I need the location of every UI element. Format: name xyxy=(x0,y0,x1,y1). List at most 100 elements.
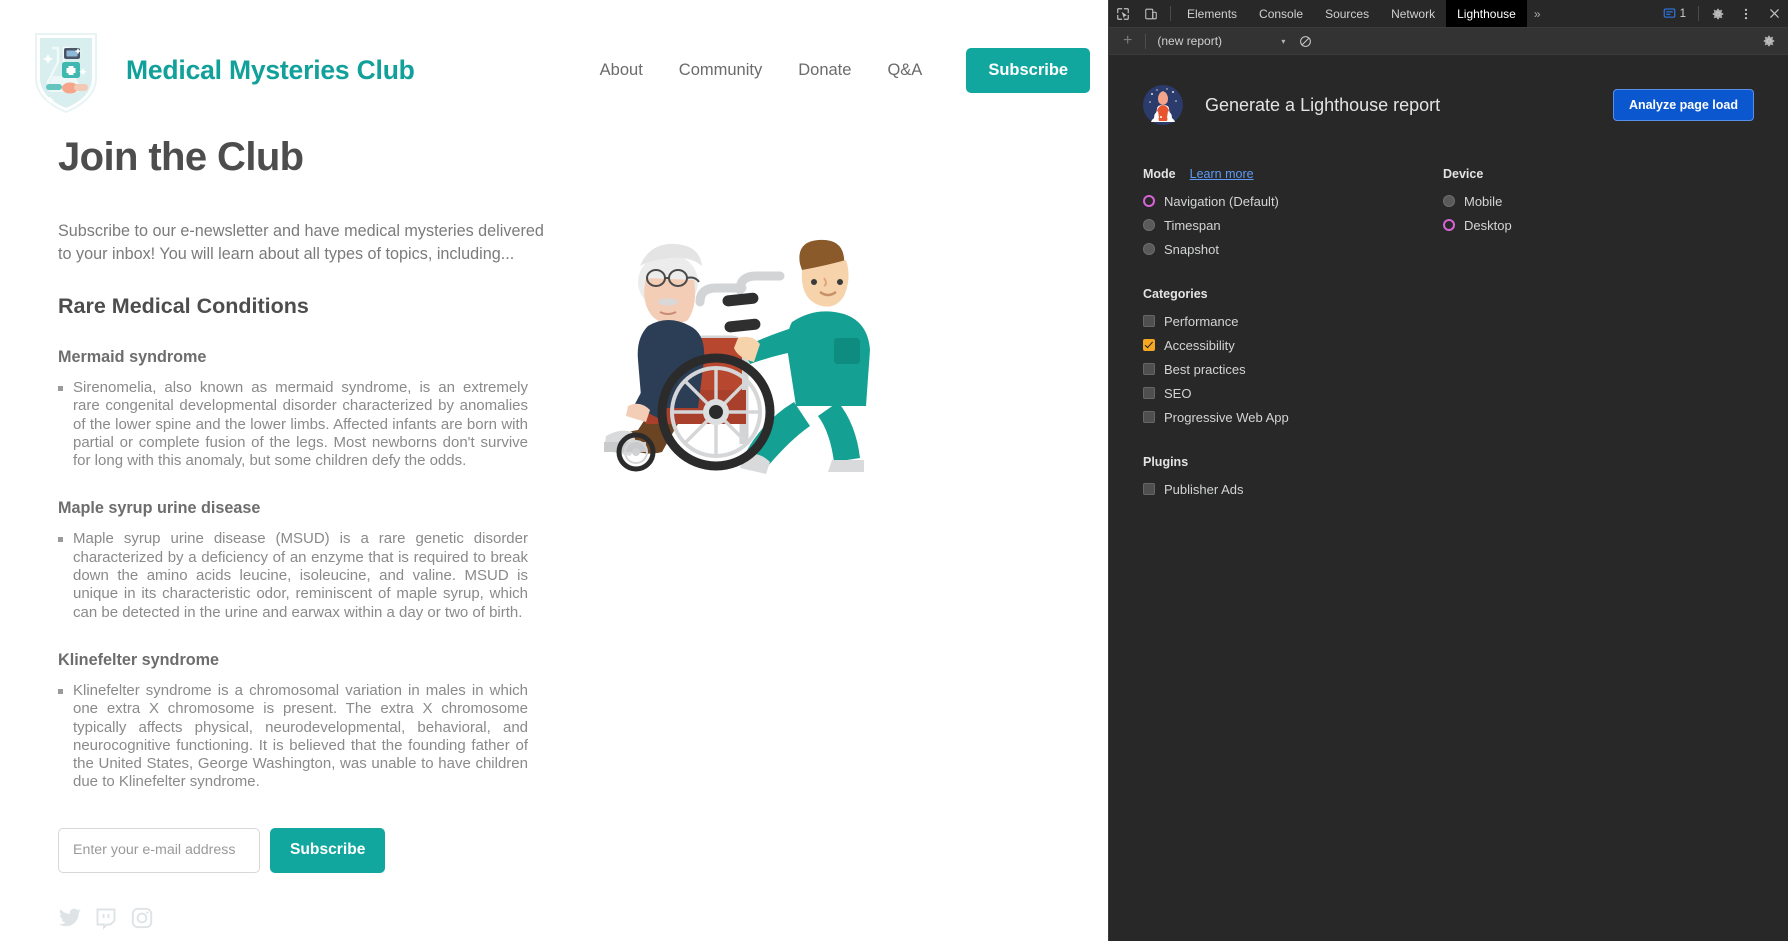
lighthouse-settings-icon[interactable] xyxy=(1756,34,1782,48)
option-label: Navigation (Default) xyxy=(1164,193,1279,209)
device-option-desktop[interactable]: Desktop xyxy=(1443,213,1643,237)
condition-title-msud: Maple syrup urine disease xyxy=(58,499,261,518)
email-input[interactable] xyxy=(58,827,260,873)
tab-sources[interactable]: Sources xyxy=(1314,0,1380,27)
tab-lighthouse[interactable]: Lighthouse xyxy=(1446,0,1527,27)
checkbox-icon xyxy=(1143,339,1155,351)
option-label: Progressive Web App xyxy=(1164,409,1289,425)
option-label: Best practices xyxy=(1164,361,1246,377)
lighthouse-header: Generate a Lighthouse report Analyze pag… xyxy=(1143,85,1754,125)
devtools-panel: Elements Console Sources Network Lightho… xyxy=(1108,0,1788,941)
issues-count: 1 xyxy=(1679,7,1686,20)
lighthouse-toolbar: + (new report) ▾ xyxy=(1109,28,1788,55)
plugin-option-publisher-ads[interactable]: Publisher Ads xyxy=(1143,477,1754,501)
option-label: SEO xyxy=(1164,385,1192,401)
mode-title: Mode xyxy=(1143,167,1176,181)
option-label: Performance xyxy=(1164,313,1239,329)
category-option-seo[interactable]: SEO xyxy=(1143,381,1754,405)
condition-list-mermaid: Sirenomelia, also known as mermaid syndr… xyxy=(58,379,588,470)
option-label: Desktop xyxy=(1464,217,1512,233)
list-item: Klinefelter syndrome is a chromosomal va… xyxy=(58,682,528,792)
categories-title: Categories xyxy=(1143,287,1208,301)
subscribe-form: Subscribe xyxy=(58,827,588,873)
device-option-mobile[interactable]: Mobile xyxy=(1443,189,1643,213)
nav-link-community[interactable]: Community xyxy=(661,61,780,80)
checkbox-icon xyxy=(1143,387,1155,399)
category-option-accessibility[interactable]: Accessibility xyxy=(1143,333,1754,357)
plugins-title: Plugins xyxy=(1143,455,1189,469)
device-group: Device Mobile Desktop xyxy=(1443,167,1643,261)
mode-option-navigation[interactable]: Navigation (Default) xyxy=(1143,189,1443,213)
more-tabs-icon[interactable]: » xyxy=(1527,0,1548,27)
close-devtools-icon[interactable] xyxy=(1760,0,1788,27)
list-item: Sirenomelia, also known as mermaid syndr… xyxy=(58,379,528,470)
app-root: Medical Mysteries Club About Community D… xyxy=(0,0,1788,941)
radio-icon xyxy=(1443,219,1455,231)
condition-list-msud: Maple syrup urine disease (MSUD) is a ra… xyxy=(58,530,588,621)
tabbar-divider-2 xyxy=(1698,6,1699,21)
illustration-column xyxy=(588,118,1108,930)
web-page-viewport: Medical Mysteries Club About Community D… xyxy=(0,0,1108,941)
learn-more-link[interactable]: Learn more xyxy=(1190,167,1254,181)
analyze-page-load-button[interactable]: Analyze page load xyxy=(1612,89,1754,121)
site-header: Medical Mysteries Club About Community D… xyxy=(0,0,1108,118)
nav-link-qa[interactable]: Q&A xyxy=(869,61,940,80)
categories-group: Categories Performance Accessibility Bes… xyxy=(1143,287,1754,429)
checkbox-icon xyxy=(1143,411,1155,423)
mode-option-snapshot[interactable]: Snapshot xyxy=(1143,237,1443,261)
site-logo-icon[interactable] xyxy=(28,26,104,114)
clear-all-icon[interactable] xyxy=(1291,35,1320,48)
instagram-icon[interactable] xyxy=(130,906,154,930)
nav-subscribe-button[interactable]: Subscribe xyxy=(966,47,1091,93)
condition-list-klinefelter: Klinefelter syndrome is a chromosomal va… xyxy=(58,682,588,792)
lighthouse-start-view: Generate a Lighthouse report Analyze pag… xyxy=(1109,55,1788,941)
tab-elements[interactable]: Elements xyxy=(1176,0,1248,27)
nav-link-donate[interactable]: Donate xyxy=(780,61,869,80)
categories-group-header: Categories xyxy=(1143,287,1754,301)
tab-console[interactable]: Console xyxy=(1248,0,1314,27)
issues-badge[interactable]: 1 xyxy=(1656,0,1693,27)
report-select-value: (new report) xyxy=(1157,34,1223,48)
toggle-device-toolbar-icon[interactable] xyxy=(1137,0,1165,27)
checkbox-icon xyxy=(1143,363,1155,375)
condition-title-mermaid: Mermaid syndrome xyxy=(58,348,207,366)
section-title: Rare Medical Conditions xyxy=(58,294,309,318)
mode-group-header: Mode Learn more xyxy=(1143,167,1443,181)
option-label: Mobile xyxy=(1464,193,1503,209)
checkbox-icon xyxy=(1143,483,1155,495)
category-option-best-practices[interactable]: Best practices xyxy=(1143,357,1754,381)
plugins-group-header: Plugins xyxy=(1143,455,1754,469)
inspect-element-icon[interactable] xyxy=(1109,0,1137,27)
devtools-tabbar: Elements Console Sources Network Lightho… xyxy=(1109,0,1788,28)
twitch-icon[interactable] xyxy=(94,906,118,930)
nurse-wheelchair-illustration xyxy=(588,230,898,480)
option-label: Timespan xyxy=(1164,217,1221,233)
social-links xyxy=(58,906,588,930)
mode-option-timespan[interactable]: Timespan xyxy=(1143,213,1443,237)
category-option-pwa[interactable]: Progressive Web App xyxy=(1143,405,1754,429)
radio-icon xyxy=(1143,195,1155,207)
twitter-icon[interactable] xyxy=(58,906,82,930)
condition-title-klinefelter: Klinefelter syndrome xyxy=(58,650,220,669)
nav-link-about[interactable]: About xyxy=(600,61,661,80)
settings-gear-icon[interactable] xyxy=(1704,0,1732,27)
more-options-icon[interactable] xyxy=(1732,0,1760,27)
category-option-performance[interactable]: Performance xyxy=(1143,309,1754,333)
device-title: Device xyxy=(1443,167,1484,181)
list-item: Maple syrup urine disease (MSUD) is a ra… xyxy=(58,530,528,621)
content-column: Join the Club Subscribe to our e-newslet… xyxy=(58,118,588,930)
mode-device-row: Mode Learn more Navigation (Default) Tim… xyxy=(1143,167,1754,261)
page-title: Join the Club xyxy=(58,135,304,179)
tab-network[interactable]: Network xyxy=(1380,0,1446,27)
option-label: Accessibility xyxy=(1164,337,1235,353)
intro-paragraph: Subscribe to our e-newsletter and have m… xyxy=(58,222,544,263)
page-body: Join the Club Subscribe to our e-newslet… xyxy=(0,118,1108,930)
option-label: Publisher Ads xyxy=(1164,481,1244,497)
subscribe-submit-button[interactable]: Subscribe xyxy=(270,827,386,873)
plugins-group: Plugins Publisher Ads xyxy=(1143,455,1754,501)
lighthouse-lantern-icon xyxy=(1143,85,1183,125)
option-label: Snapshot xyxy=(1164,241,1219,257)
new-report-button[interactable]: + xyxy=(1115,32,1140,50)
report-select[interactable]: (new report) ▾ xyxy=(1151,34,1291,48)
main-nav: About Community Donate Q&A Subscribe xyxy=(600,47,1091,93)
